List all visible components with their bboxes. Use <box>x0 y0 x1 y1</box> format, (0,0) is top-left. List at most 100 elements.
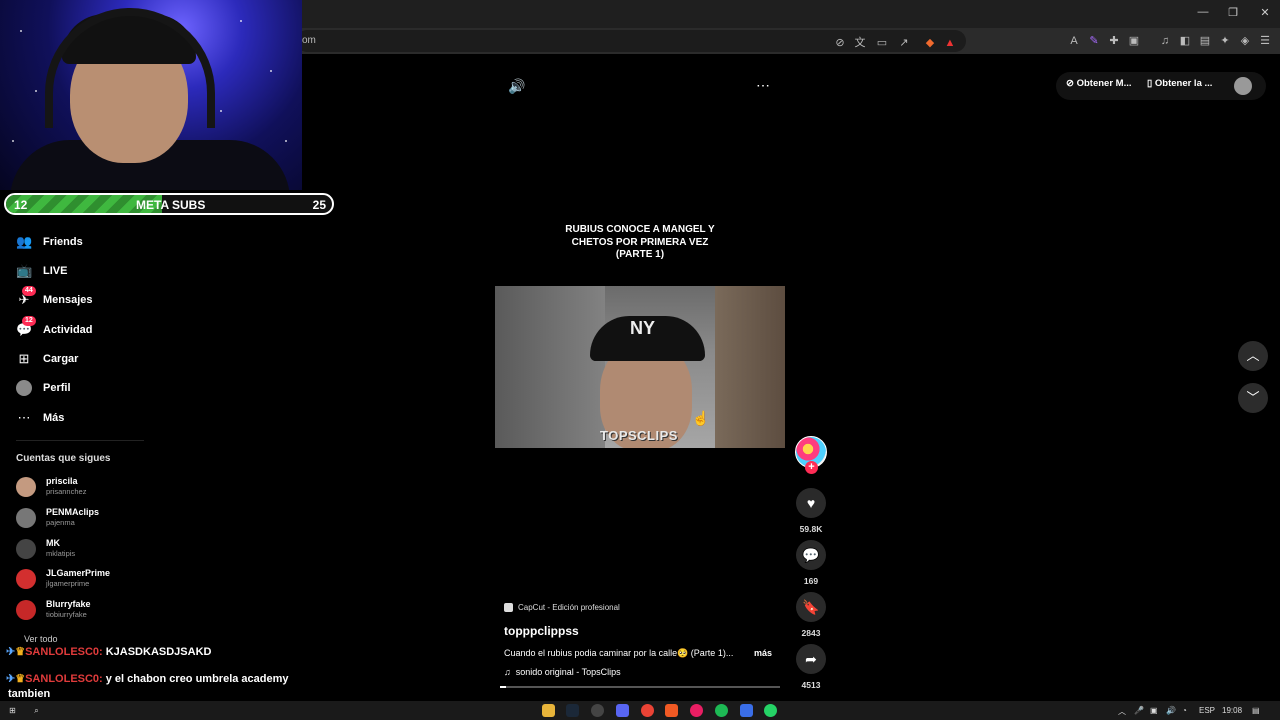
extensions-icon[interactable]: ✚ <box>1106 33 1122 49</box>
get-coins-button[interactable]: ⊘ Obtener M... <box>1066 78 1132 94</box>
steam-icon[interactable] <box>566 704 579 717</box>
pin-icon: ✈ <box>6 646 16 658</box>
chat-message-continuation: tambien <box>8 688 51 700</box>
language-indicator[interactable]: ESP <box>1199 706 1215 715</box>
avatar <box>16 600 36 620</box>
brave-rewards-icon[interactable]: ▲ <box>942 35 958 51</box>
share-count: 4513 <box>801 680 821 690</box>
clock-time[interactable]: 19:08 <box>1222 706 1242 715</box>
video-progress-bar[interactable] <box>500 686 780 688</box>
menu-icon[interactable]: ☰ <box>1257 33 1273 49</box>
discord-icon[interactable] <box>616 704 629 717</box>
profile-icon <box>16 380 32 396</box>
tray-chevron-icon[interactable]: ︿ <box>1118 706 1126 717</box>
screenshot-icon[interactable]: ▣ <box>1126 33 1142 49</box>
sidebar-item-mas[interactable]: ⋯ Más <box>16 408 65 428</box>
share-button[interactable]: ➦ <box>796 644 826 674</box>
options-icon[interactable]: ⋯ <box>753 77 773 93</box>
cast-icon[interactable]: ▭ <box>874 35 890 51</box>
chrome-icon[interactable] <box>641 704 654 717</box>
share-icon[interactable]: ↗ <box>896 35 912 51</box>
clock-app-icon[interactable] <box>591 704 604 717</box>
more-link[interactable]: más <box>754 648 772 658</box>
previous-video-button[interactable]: ︿ <box>1238 341 1268 371</box>
save-button[interactable]: 🔖 <box>796 592 826 622</box>
brave-shield-icon[interactable]: ◆ <box>922 35 938 51</box>
meta-goal: 25 <box>312 198 326 212</box>
sidebar-item-live[interactable]: 📺 LIVE <box>16 261 67 281</box>
ai-icon[interactable]: ✦ <box>1217 33 1233 49</box>
save-count: 2843 <box>801 628 821 638</box>
address-bar[interactable]: om ⊘ 文 ▭ ↗ ◆ ▲ <box>296 30 966 52</box>
account-name: MK <box>46 538 60 548</box>
close-button[interactable]: ✕ <box>1250 6 1280 19</box>
url-text: om <box>302 35 316 46</box>
capcut-icon <box>504 602 513 612</box>
tracking-icon[interactable]: ⊘ <box>832 35 848 51</box>
sidebar-item-label: Mensajes <box>43 294 93 306</box>
restore-button[interactable]: ❐ <box>1218 6 1248 19</box>
account-username: pajenma <box>46 518 75 527</box>
account-name: Blurryfake <box>46 599 91 609</box>
wallet-icon[interactable]: ▤ <box>1197 33 1213 49</box>
volume-tray-icon[interactable]: 🔊 <box>1166 706 1176 715</box>
spotify-icon[interactable] <box>715 704 728 717</box>
follow-plus-icon[interactable]: + <box>805 461 818 474</box>
get-app-button[interactable]: ▯ Obtener la ... <box>1147 78 1212 94</box>
see-all-link[interactable]: Ver todo <box>24 634 58 644</box>
vpn-icon[interactable]: ◈ <box>1237 33 1253 49</box>
sidebar-toggle-icon[interactable]: ◧ <box>1177 33 1193 49</box>
activity-badge: 12 <box>22 316 36 326</box>
translate-icon[interactable]: 文 <box>852 35 868 51</box>
battery-icon[interactable]: ◔ <box>1182 706 1187 715</box>
sidebar-item-label: Actividad <box>43 324 93 336</box>
video-author[interactable]: topppclippss <box>504 624 579 638</box>
get-coins-label: Obtener M... <box>1076 78 1132 89</box>
notifications-icon[interactable]: ▤ <box>1252 706 1260 715</box>
capcut-tag[interactable]: CapCut - Edición profesional <box>504 600 620 614</box>
video-watermark: TOPSCLIPS <box>600 428 678 443</box>
account-username: prisannchez <box>46 487 87 496</box>
sidebar-item-label: Friends <box>43 236 83 248</box>
comment-button[interactable]: 💬 <box>796 540 826 570</box>
avatar <box>16 508 36 528</box>
font-icon[interactable]: A <box>1066 33 1082 49</box>
file-explorer-icon[interactable] <box>542 704 555 717</box>
sidebar-item-actividad[interactable]: 💬 12 Actividad <box>16 316 93 340</box>
like-count: 59.8K <box>799 524 823 534</box>
avatar <box>16 539 36 559</box>
capcut-label: CapCut - Edición profesional <box>518 602 620 612</box>
comment-count: 169 <box>803 576 819 586</box>
windows-start-icon[interactable]: ⊞ <box>6 704 19 717</box>
search-icon[interactable]: ⌕ <box>30 704 43 717</box>
chat-user: SANLOLESC0: <box>25 673 103 685</box>
brave-icon[interactable] <box>665 704 678 717</box>
messages-badge: 44 <box>22 286 36 296</box>
media-player-icon[interactable] <box>690 704 703 717</box>
minimize-button[interactable]: — <box>1188 6 1218 18</box>
sidebar-item-label: Más <box>43 412 65 424</box>
crown-icon: ♛ <box>15 673 26 685</box>
volume-icon[interactable]: 🔊 <box>507 78 527 94</box>
chat-message: ✈♛SANLOLESC0: KJASDKASDJSAKD <box>6 645 211 658</box>
sound-link[interactable]: ♫ sonido original - TopsClips <box>504 667 621 677</box>
chat-text: y el chabon creo umbrela academy <box>105 673 289 685</box>
mic-icon[interactable]: 🎤 <box>1134 706 1144 715</box>
upload-icon: ⊞ <box>18 351 30 366</box>
sidebar-item-cargar[interactable]: ⊞ Cargar <box>16 349 79 369</box>
whatsapp-icon[interactable] <box>764 704 777 717</box>
sidebar-item-perfil[interactable]: Perfil <box>16 378 71 398</box>
messages-icon: ✈ 44 <box>16 286 36 308</box>
next-video-button[interactable]: ﹀ <box>1238 383 1268 413</box>
sidebar-item-friends[interactable]: 👥 Friends <box>16 232 83 252</box>
user-avatar[interactable] <box>1234 77 1252 95</box>
sidebar-item-mensajes[interactable]: ✈ 44 Mensajes <box>16 286 93 310</box>
media-icon[interactable]: ♫ <box>1157 33 1173 49</box>
app-icon[interactable] <box>740 704 753 717</box>
network-icon[interactable]: ▣ <box>1150 706 1158 715</box>
pen-icon[interactable]: ✎ <box>1086 33 1102 49</box>
avatar <box>16 477 36 497</box>
video-player[interactable]: NY TOPSCLIPS <box>495 286 785 448</box>
like-button[interactable]: ♥ <box>796 488 826 518</box>
get-app-label: Obtener la ... <box>1154 78 1213 89</box>
